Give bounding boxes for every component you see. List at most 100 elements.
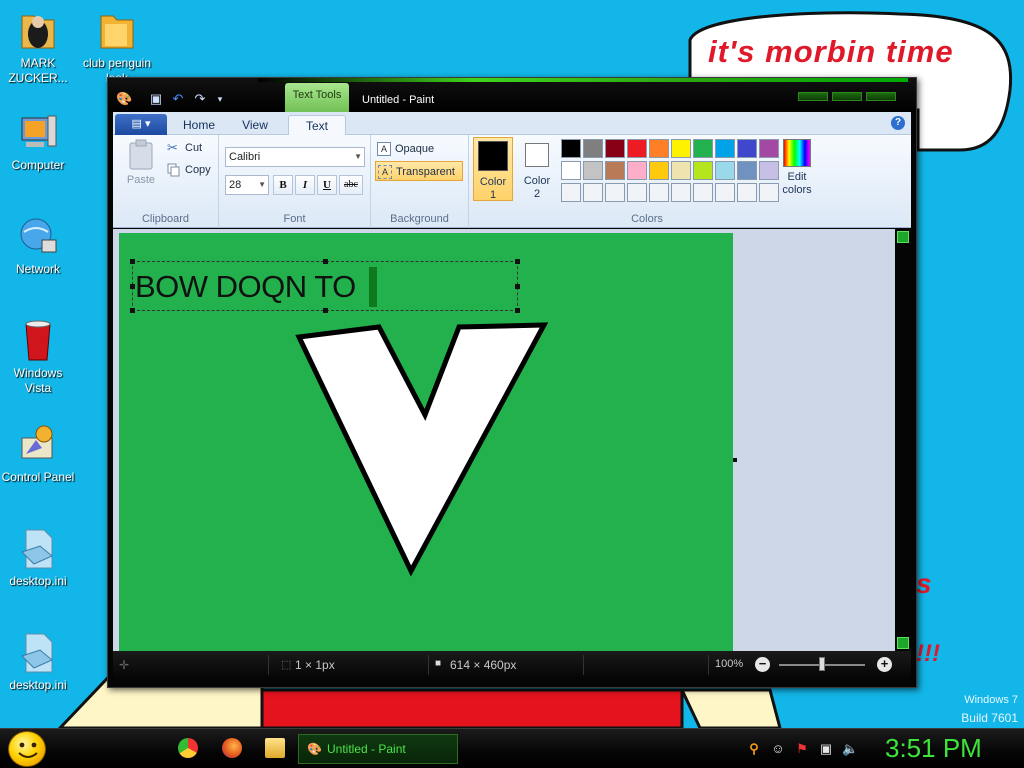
desktop-icon-network[interactable]: Network	[0, 214, 76, 277]
canvas-text[interactable]: BOW DOQN TO	[135, 269, 356, 305]
status-separator	[708, 655, 709, 675]
palette-swatch[interactable]	[649, 183, 669, 202]
palette-swatch[interactable]	[693, 139, 713, 158]
palette-swatch[interactable]	[737, 139, 757, 158]
zoom-in-button[interactable]: +	[877, 657, 892, 672]
resize-handle[interactable]	[515, 259, 520, 264]
palette-swatch[interactable]	[649, 139, 669, 158]
drawing-canvas[interactable]: BOW DOQN TO	[119, 233, 733, 651]
scroll-up-button[interactable]	[897, 231, 909, 243]
palette-swatch[interactable]	[715, 183, 735, 202]
customize-quick-access-icon[interactable]: ▾	[212, 92, 228, 106]
paint-menu-button[interactable]: ▤ ▾	[115, 114, 167, 135]
desktop-icon-club-penguin-leak[interactable]: club penguin leak	[79, 8, 155, 86]
resize-handle[interactable]	[130, 308, 135, 313]
taskbar-clock[interactable]: 3:51 PM	[885, 733, 982, 764]
palette-swatch[interactable]	[693, 161, 713, 180]
palette-swatch[interactable]	[715, 139, 735, 158]
palette-swatch[interactable]	[627, 183, 647, 202]
paste-button[interactable]: Paste	[123, 139, 159, 186]
palette-swatch[interactable]	[605, 183, 625, 202]
palette-swatch[interactable]	[583, 183, 603, 202]
zoom-out-button[interactable]: −	[755, 657, 770, 672]
desktop-icon-desktop-ini-1[interactable]: desktop.ini	[0, 526, 76, 589]
volume-icon[interactable]: 🔈	[842, 741, 858, 757]
strikethrough-button[interactable]: abc	[339, 175, 363, 195]
transparent-button[interactable]: A Transparent	[375, 161, 463, 181]
resize-handle[interactable]	[130, 259, 135, 264]
undo-icon[interactable]: ↶	[170, 92, 186, 106]
computer-icon	[16, 110, 60, 156]
palette-swatch[interactable]	[605, 139, 625, 158]
palette-swatch[interactable]	[583, 139, 603, 158]
minimize-button[interactable]	[798, 92, 828, 101]
palette-swatch[interactable]	[561, 161, 581, 180]
paint-palette-icon: 🎨	[307, 742, 322, 756]
tab-text[interactable]: Text	[288, 115, 346, 136]
chevron-down-icon: ▼	[354, 152, 362, 161]
desktop-icon-control-panel[interactable]: Control Panel	[0, 422, 76, 485]
desktop-icon-mark-zucker[interactable]: MARK ZUCKER...	[0, 8, 76, 86]
palette-swatch[interactable]	[671, 139, 691, 158]
italic-button[interactable]: I	[295, 175, 315, 195]
resize-handle[interactable]	[515, 284, 520, 289]
save-icon[interactable]: ▣	[148, 92, 164, 106]
redo-icon[interactable]: ↷	[192, 92, 208, 106]
canvas-resize-handle[interactable]	[733, 458, 737, 462]
search-icon[interactable]: ⚲	[746, 741, 762, 757]
close-button[interactable]	[866, 92, 896, 101]
palette-swatch[interactable]	[737, 161, 757, 180]
title-bar[interactable]: 🎨 ▣ ↶ ↷ ▾ Text Tools Untitled - Paint	[108, 78, 916, 113]
canvas-size-icon: ■	[435, 658, 442, 669]
resize-handle[interactable]	[323, 259, 328, 264]
background-group: A Opaque A Transparent Background	[371, 135, 469, 228]
network-tray-icon[interactable]: ▣	[818, 741, 834, 757]
zoom-slider-thumb[interactable]	[819, 657, 825, 671]
palette-swatch[interactable]	[715, 161, 735, 180]
palette-swatch[interactable]	[561, 139, 581, 158]
settings-file-icon	[16, 630, 60, 676]
morbin-meme-text: it's morbin time	[708, 34, 954, 69]
palette-swatch[interactable]	[583, 161, 603, 180]
tab-home[interactable]: Home	[171, 115, 227, 136]
messenger-icon[interactable]: ☺	[770, 741, 786, 757]
resize-handle[interactable]	[323, 308, 328, 313]
copy-button[interactable]: Copy	[165, 160, 211, 180]
font-size-select[interactable]: 28 ▼	[225, 175, 269, 195]
desktop-icon-windows-vista[interactable]: Windows Vista	[0, 318, 76, 396]
tab-view[interactable]: View	[227, 115, 283, 136]
palette-swatch[interactable]	[627, 139, 647, 158]
chrome-icon[interactable]	[178, 738, 198, 758]
palette-swatch[interactable]	[561, 183, 581, 202]
palette-swatch[interactable]	[671, 161, 691, 180]
paint-window[interactable]: 🎨 ▣ ↶ ↷ ▾ Text Tools Untitled - Paint ▤ …	[107, 77, 917, 688]
maximize-button[interactable]	[832, 92, 862, 101]
palette-swatch[interactable]	[671, 183, 691, 202]
action-center-flag-icon[interactable]: ⚑	[794, 741, 810, 757]
scissors-icon: ✂	[167, 140, 178, 155]
font-family-select[interactable]: Calibri ▼	[225, 147, 365, 167]
cut-button[interactable]: ✂ Cut	[165, 138, 202, 158]
bold-button[interactable]: B	[273, 175, 293, 195]
resize-handle[interactable]	[515, 308, 520, 313]
palette-swatch[interactable]	[605, 161, 625, 180]
palette-swatch[interactable]	[693, 183, 713, 202]
underline-button[interactable]: U	[317, 175, 337, 195]
desktop-icon-computer[interactable]: Computer	[0, 110, 76, 173]
firefox-icon[interactable]	[222, 738, 242, 758]
file-explorer-icon[interactable]	[265, 738, 285, 758]
color-2-button[interactable]: Color 2	[517, 137, 557, 201]
edit-colors-button[interactable]: Edit colors	[775, 139, 819, 197]
taskbar-paint-button[interactable]: 🎨 Untitled - Paint	[298, 734, 458, 764]
color-1-button[interactable]: Color 1	[473, 137, 513, 201]
paint-app-icon[interactable]: 🎨	[116, 92, 132, 106]
vertical-scrollbar[interactable]	[895, 229, 911, 651]
palette-swatch[interactable]	[737, 183, 757, 202]
opaque-button[interactable]: A Opaque	[375, 139, 434, 159]
palette-swatch[interactable]	[627, 161, 647, 180]
scroll-down-button[interactable]	[897, 637, 909, 649]
desktop-icon-desktop-ini-2[interactable]: desktop.ini	[0, 630, 76, 693]
start-button[interactable]	[8, 731, 46, 767]
help-icon[interactable]: ?	[891, 116, 905, 130]
palette-swatch[interactable]	[649, 161, 669, 180]
